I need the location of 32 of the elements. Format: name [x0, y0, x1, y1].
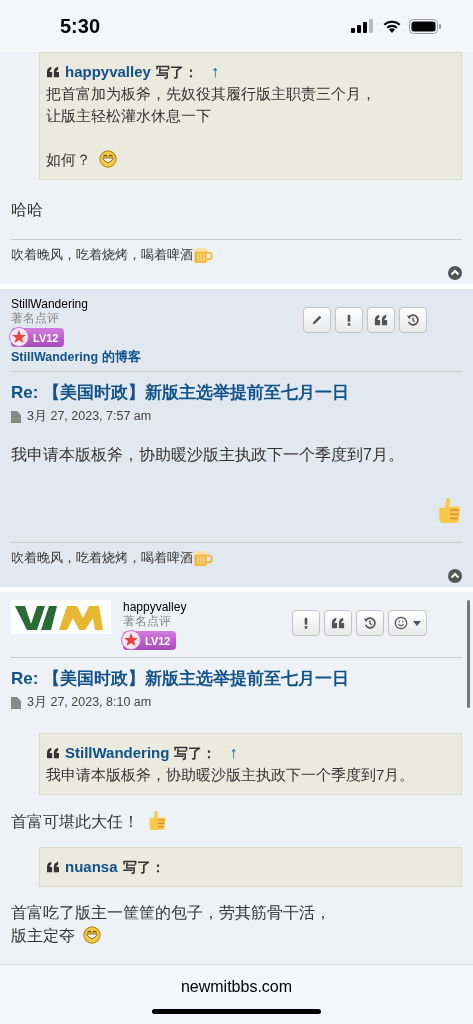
post-date: 3月 27, 2023, 7:57 am [27, 408, 152, 425]
signature-text: 吹着晚风，吃着烧烤，喝着啤酒 [11, 247, 193, 264]
user-rank: 著名点评 [123, 614, 171, 629]
quote-label: 写了： [174, 744, 217, 763]
quote-text: 让版主轻松灌水休息一下 [46, 107, 211, 124]
quote-author-link[interactable]: nuansa [65, 856, 118, 878]
post-date: 3月 27, 2023, 8:10 am [27, 694, 152, 711]
post-text: 我申请本版板斧，协助暖沙版主执政下一个季度到7月。 [11, 446, 404, 463]
quote-text: 我申请本版板斧，协助暖沙版主执政下一个季度到7月。 [46, 766, 415, 783]
jump-link[interactable]: ↑ [210, 61, 219, 83]
post-title[interactable]: Re: 【美国时政】新版主选举提前至七月一日 [11, 381, 462, 404]
username[interactable]: StillWandering [11, 297, 88, 311]
quote-text: 如何？ [46, 151, 91, 168]
post-text: 版主定夺 [11, 927, 75, 944]
level-badge: LV12 [11, 328, 65, 347]
quote-text: 把首富加为板斧，先奴役其履行版主职责三个月， [46, 85, 376, 102]
jump-link[interactable]: ↑ [229, 742, 238, 764]
url-text[interactable]: newmitbbs.com [180, 978, 293, 996]
quote-label: 写了： [122, 858, 165, 877]
level-badge: LV12 [123, 631, 177, 650]
quote-author-link[interactable]: StillWandering [65, 742, 170, 764]
signature-text: 吹着晚风，吃着烧烤，喝着啤酒 [11, 550, 193, 567]
username[interactable]: happyvalley [123, 600, 187, 614]
post-text: 哈哈 [11, 201, 43, 218]
post-title[interactable]: Re: 【美国时政】新版主选举提前至七月一日 [11, 667, 462, 690]
quote-label: 写了： [155, 63, 198, 82]
post-text: 首富可堪此大任！ [11, 813, 139, 830]
blog-link[interactable]: StillWandering 的博客 [11, 349, 141, 366]
user-rank: 著名点评 [11, 311, 59, 326]
status-time: 5:30 [60, 14, 102, 38]
quote-author-link[interactable]: happyvalley [65, 61, 151, 83]
post-text: 首富吃了版主一筐筐的包子，劳其筋骨干活， [11, 904, 331, 921]
